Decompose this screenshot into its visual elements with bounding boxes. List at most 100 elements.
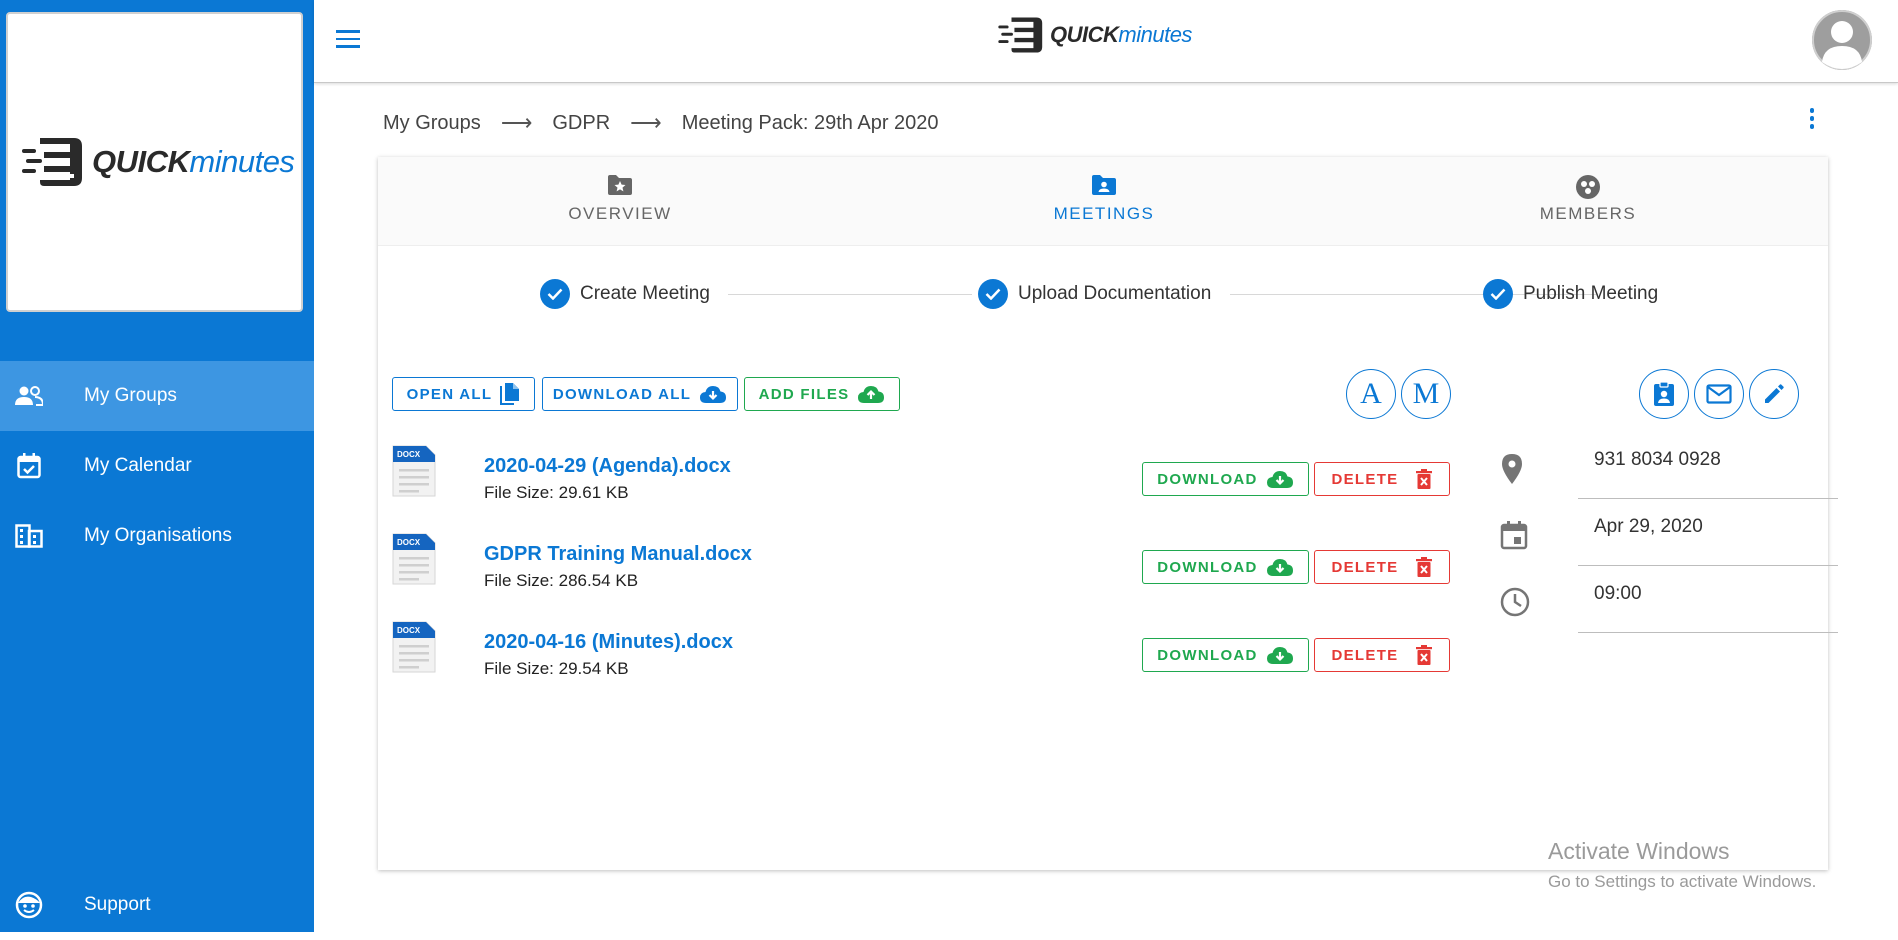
- file-name-link[interactable]: GDPR Training Manual.docx: [484, 543, 752, 566]
- brand-wordmark: QUICKminutes: [92, 144, 295, 179]
- cloud-download-icon: [1266, 645, 1294, 665]
- trash-x-icon: [1416, 469, 1433, 489]
- check-icon: [1483, 279, 1513, 309]
- breadcrumb-separator: ⟶: [500, 110, 533, 135]
- tab-label: OVERVIEW: [568, 204, 672, 223]
- sidebar-item-my-groups[interactable]: My Groups: [0, 361, 314, 431]
- file-row: DOCX 2020-04-16 (Minutes).docx File Size…: [392, 621, 1462, 691]
- button-label: DELETE: [1331, 646, 1399, 664]
- brand-logo: QUICKminutes: [22, 136, 295, 188]
- brand-wordmark: QUICKminutes: [1050, 22, 1192, 47]
- download-all-button[interactable]: DOWNLOAD ALL: [542, 377, 738, 411]
- tab-bar: OVERVIEW MEETINGS MEMBERS: [378, 157, 1828, 246]
- tab-meetings[interactable]: MEETINGS: [862, 157, 1346, 245]
- sidebar-logo-card: QUICKminutes: [6, 12, 303, 312]
- cloud-download-icon: [699, 384, 727, 404]
- file-size: File Size: 29.54 KB: [484, 659, 629, 678]
- delete-file-button[interactable]: DELETE: [1314, 638, 1450, 672]
- meeting-date-value: Apr 29, 2020: [1578, 516, 1838, 566]
- activate-windows-title: Activate Windows: [1548, 838, 1730, 864]
- meeting-location-row: 931 8034 0928: [1488, 435, 1838, 501]
- user-avatar-icon: [1812, 10, 1872, 70]
- clipboard-person-icon: [1654, 381, 1674, 406]
- agenda-button[interactable]: A: [1346, 369, 1396, 419]
- file-row: DOCX 2020-04-29 (Agenda).docx File Size:…: [392, 445, 1462, 515]
- group-circle-icon: [1575, 174, 1601, 205]
- button-label: DOWNLOAD: [1157, 470, 1258, 488]
- logo-mark-icon: [998, 17, 1043, 53]
- more-options-icon[interactable]: [1808, 108, 1816, 132]
- folder-person-icon: [1091, 174, 1117, 201]
- svg-text:DOCX: DOCX: [397, 538, 421, 547]
- email-button[interactable]: [1694, 369, 1744, 419]
- sidebar-item-label: My Organisations: [84, 525, 232, 546]
- sidebar-item-label: My Calendar: [84, 455, 192, 476]
- meeting-date-row: Apr 29, 2020: [1488, 502, 1838, 568]
- mail-icon: [1706, 384, 1732, 404]
- sidebar-item-my-calendar[interactable]: My Calendar: [0, 431, 314, 501]
- cloud-download-icon: [1266, 469, 1294, 489]
- stepper-connector: [728, 294, 972, 295]
- file-copy-icon: [500, 382, 520, 406]
- attendance-button[interactable]: [1639, 369, 1689, 419]
- check-icon: [978, 279, 1008, 309]
- file-row: DOCX GDPR Training Manual.docx File Size…: [392, 533, 1462, 603]
- check-icon: [540, 279, 570, 309]
- breadcrumb-meeting-pack: Meeting Pack: 29th Apr 2020: [681, 111, 939, 134]
- people-icon: [14, 381, 44, 411]
- delete-file-button[interactable]: DELETE: [1314, 550, 1450, 584]
- location-pin-icon: [1500, 453, 1524, 490]
- trash-x-icon: [1416, 645, 1433, 665]
- meeting-location-value: 931 8034 0928: [1578, 449, 1838, 499]
- download-file-button[interactable]: DOWNLOAD: [1142, 638, 1309, 672]
- button-label: DELETE: [1331, 470, 1399, 488]
- button-label: ADD FILES: [758, 385, 850, 403]
- sidebar-item-label: My Groups: [84, 385, 177, 406]
- tab-overview[interactable]: OVERVIEW: [378, 157, 862, 245]
- cloud-upload-icon: [857, 384, 885, 404]
- meeting-time-value: 09:00: [1578, 583, 1838, 633]
- file-name-link[interactable]: 2020-04-16 (Minutes).docx: [484, 631, 733, 654]
- meeting-time-row: 09:00: [1488, 569, 1838, 635]
- docx-file-icon: DOCX: [392, 621, 436, 673]
- sidebar: QUICKminutes My Groups My Calendar My Or…: [0, 0, 314, 932]
- building-icon: [14, 521, 44, 551]
- file-name-link[interactable]: 2020-04-29 (Agenda).docx: [484, 455, 731, 478]
- download-file-button[interactable]: DOWNLOAD: [1142, 462, 1309, 496]
- sidebar-item-support[interactable]: Support: [0, 870, 314, 940]
- step-create-meeting: Create Meeting: [540, 279, 710, 309]
- pencil-icon: [1765, 384, 1784, 403]
- tab-label: MEMBERS: [1539, 204, 1637, 223]
- add-files-button[interactable]: ADD FILES: [744, 377, 900, 411]
- menu-icon[interactable]: [336, 30, 360, 50]
- button-label: DOWNLOAD: [1157, 558, 1258, 576]
- step-label: Create Meeting: [580, 283, 710, 304]
- avatar[interactable]: [1812, 10, 1872, 70]
- sidebar-item-my-organisations[interactable]: My Organisations: [0, 501, 314, 571]
- open-all-button[interactable]: OPEN ALL: [392, 377, 535, 411]
- minutes-button[interactable]: M: [1401, 369, 1451, 419]
- file-size: File Size: 29.61 KB: [484, 483, 629, 502]
- svg-text:DOCX: DOCX: [397, 626, 421, 635]
- sidebar-item-label: Support: [84, 894, 151, 915]
- step-label: Upload Documentation: [1018, 283, 1212, 304]
- breadcrumb-separator: ⟶: [630, 110, 662, 135]
- step-publish-meeting: Publish Meeting: [1483, 279, 1658, 309]
- tab-members[interactable]: MEMBERS: [1346, 157, 1830, 245]
- edit-button[interactable]: [1749, 369, 1799, 419]
- step-upload-documentation: Upload Documentation: [978, 279, 1211, 309]
- calendar-check-icon: [14, 451, 44, 481]
- delete-file-button[interactable]: DELETE: [1314, 462, 1450, 496]
- activate-windows-subtitle: Go to Settings to activate Windows.: [1548, 872, 1817, 891]
- button-label: DOWNLOAD ALL: [552, 385, 692, 403]
- trash-x-icon: [1416, 557, 1433, 577]
- docx-file-icon: DOCX: [392, 445, 436, 497]
- breadcrumb-gdpr[interactable]: GDPR: [552, 112, 610, 135]
- download-file-button[interactable]: DOWNLOAD: [1142, 550, 1309, 584]
- breadcrumb: My Groups ⟶ GDPR ⟶ Meeting Pack: 29th Ap…: [383, 110, 939, 136]
- tab-label: MEETINGS: [1053, 204, 1155, 223]
- docx-file-icon: DOCX: [392, 533, 436, 585]
- button-label: DOWNLOAD: [1157, 646, 1258, 664]
- file-size: File Size: 286.54 KB: [484, 571, 639, 590]
- breadcrumb-my-groups[interactable]: My Groups: [383, 112, 481, 135]
